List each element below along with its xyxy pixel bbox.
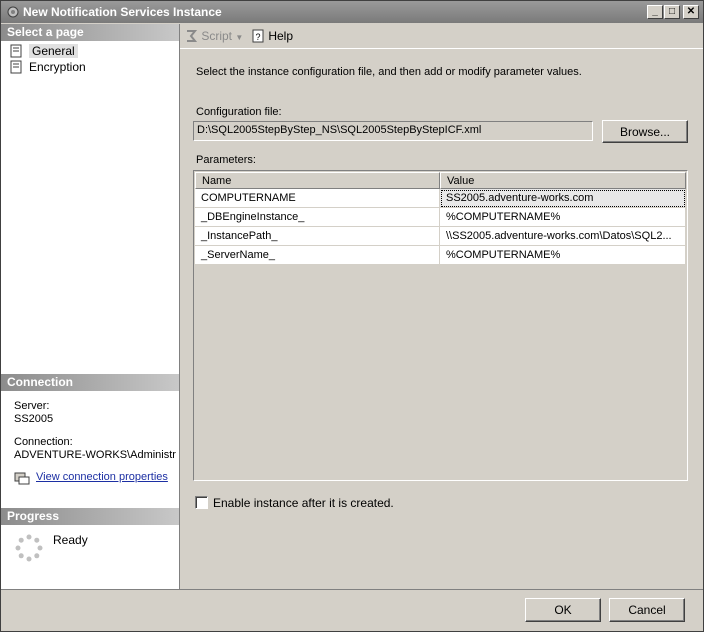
window-title: New Notification Services Instance <box>23 5 222 19</box>
page-icon <box>10 60 22 74</box>
select-page-header: Select a page <box>1 24 179 41</box>
param-name-cell[interactable]: _DBEngineInstance_ <box>195 208 440 227</box>
table-row[interactable]: _DBEngineInstance_ %COMPUTERNAME% <box>195 208 686 227</box>
gear-icon <box>7 6 19 18</box>
maximize-button[interactable]: □ <box>664 5 680 19</box>
minimize-icon: _ <box>652 6 658 17</box>
view-connection-properties[interactable]: View connection properties <box>14 471 168 485</box>
page-item-general[interactable]: General <box>7 43 78 59</box>
param-name-cell[interactable]: COMPUTERNAME <box>195 189 440 208</box>
script-button[interactable]: Script ▼ <box>184 29 243 43</box>
browse-button[interactable]: Browse... <box>602 120 688 143</box>
page-item-encryption[interactable]: Encryption <box>7 59 86 75</box>
main-content: Select the instance configuration file, … <box>180 49 703 589</box>
table-row[interactable]: _InstancePath_ \\SS2005.adventure-works.… <box>195 227 686 246</box>
instruction-text: Select the instance configuration file, … <box>196 66 582 78</box>
parameters-grid: Name Value COMPUTERNAME SS2005.adventure… <box>193 170 688 481</box>
connection-properties-icon <box>14 472 30 485</box>
param-value-cell[interactable]: %COMPUTERNAME% <box>440 246 686 265</box>
left-panel: Select a page General Encryption Connect… <box>1 24 180 589</box>
enable-instance-checkbox[interactable] <box>195 496 208 509</box>
help-button[interactable]: ? Help <box>251 29 293 43</box>
progress-status: Ready <box>53 533 88 547</box>
script-label: Script <box>201 29 233 43</box>
chevron-down-icon: ▼ <box>235 33 244 42</box>
toolbar: Script ▼ ? Help <box>180 24 703 49</box>
close-icon: ✕ <box>686 6 696 17</box>
column-header-name[interactable]: Name <box>195 172 440 189</box>
close-button[interactable]: ✕ <box>683 5 699 19</box>
table-row[interactable]: _ServerName_ %COMPUTERNAME% <box>195 246 686 265</box>
enable-instance-label[interactable]: Enable instance after it is created. <box>213 496 394 510</box>
param-value-cell[interactable]: SS2005.adventure-works.com <box>440 189 686 208</box>
progress-spinner-icon <box>15 534 43 562</box>
connection-label: Connection: <box>14 436 73 448</box>
view-connection-link[interactable]: View connection properties <box>36 471 168 483</box>
script-icon <box>187 30 198 42</box>
page-icon <box>10 44 22 58</box>
progress-header: Progress <box>1 508 179 525</box>
dialog-window: New Notification Services Instance _ □ ✕… <box>0 0 704 632</box>
param-value-cell[interactable]: \\SS2005.adventure-works.com\Datos\SQL2.… <box>440 227 686 246</box>
help-icon: ? <box>252 29 264 43</box>
minimize-button[interactable]: _ <box>647 5 663 19</box>
help-label: Help <box>268 29 294 43</box>
cancel-button[interactable]: Cancel <box>609 598 685 622</box>
param-name-cell[interactable]: _ServerName_ <box>195 246 440 265</box>
parameters-label: Parameters: <box>196 154 256 166</box>
param-value-cell[interactable]: %COMPUTERNAME% <box>440 208 686 227</box>
connection-value: ADVENTURE-WORKS\Administra <box>14 449 176 461</box>
server-label: Server: <box>14 400 50 412</box>
server-value: SS2005 <box>14 413 54 425</box>
svg-text:?: ? <box>255 32 260 42</box>
param-name-cell[interactable]: _InstancePath_ <box>195 227 440 246</box>
title-bar[interactable]: New Notification Services Instance _ □ ✕ <box>1 1 703 23</box>
page-item-label: Encryption <box>29 60 86 74</box>
maximize-icon: □ <box>668 6 676 17</box>
table-row[interactable]: COMPUTERNAME SS2005.adventure-works.com <box>195 189 686 208</box>
page-item-label: General <box>29 44 78 58</box>
config-file-label: Configuration file: <box>196 106 282 118</box>
config-file-field[interactable]: D:\SQL2005StepByStep_NS\SQL2005StepBySte… <box>193 121 593 141</box>
ok-button[interactable]: OK <box>525 598 601 622</box>
column-header-value[interactable]: Value <box>440 172 686 189</box>
button-bar: OK Cancel <box>1 589 703 631</box>
connection-header: Connection <box>1 374 179 391</box>
